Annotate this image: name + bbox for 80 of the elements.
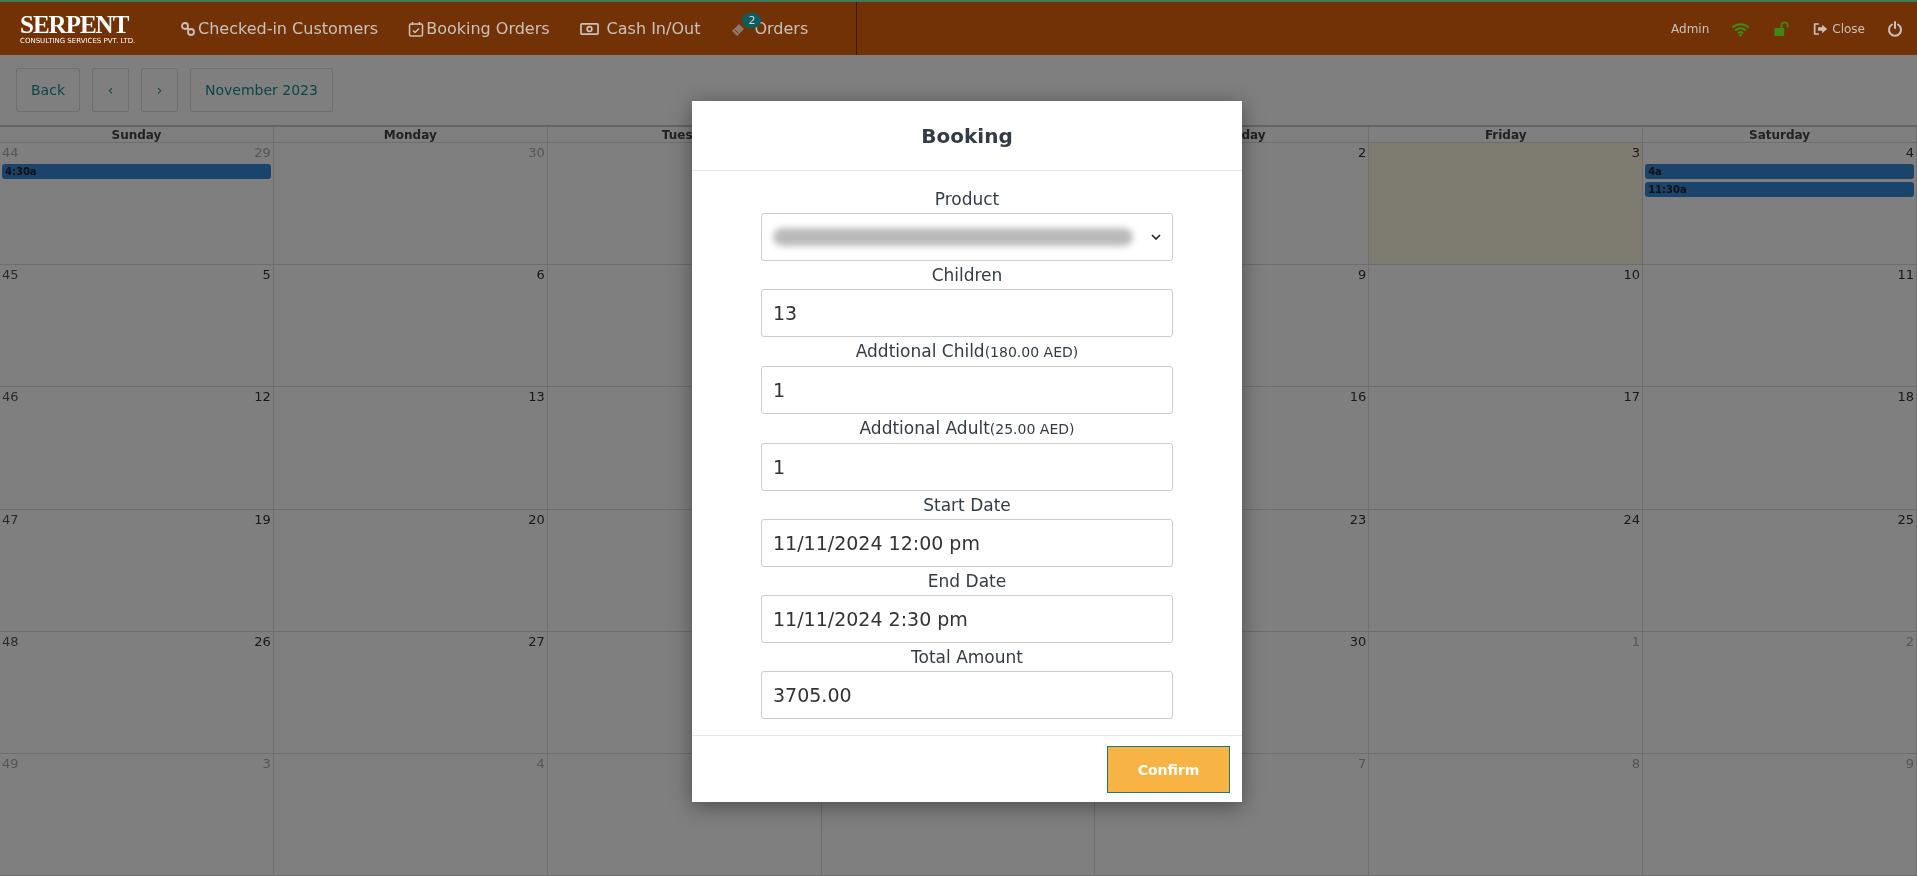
day-cell[interactable]: 3 [1369,143,1644,266]
weekday-header: day [1241,128,1266,142]
weekday-header: Sunday [111,128,162,142]
day-number[interactable]: 17 [1623,389,1641,406]
day-cell[interactable]: 6 [273,265,548,388]
day-number[interactable]: 6 [536,267,545,284]
field-label: Total Amount [911,646,1023,669]
day-number[interactable]: 23 [1349,511,1367,528]
day-number[interactable]: 11 [1897,267,1914,284]
day-number[interactable]: 16 [1349,389,1367,406]
day-number[interactable]: 4 [1905,145,1914,161]
day-cell[interactable]: 4 4a 11:30a [1643,143,1917,266]
nav-link[interactable]: Booking Orders [408,2,550,55]
input-field[interactable]: 11/11/2024 12:00 pm [761,519,1173,567]
wifi-icon[interactable] [1731,20,1751,37]
weekday-header: Monday [383,128,437,142]
calendar-check-icon [408,20,425,37]
day-number[interactable]: 5 [262,267,271,284]
week-number: 47 [2,511,19,528]
power-icon[interactable] [1887,20,1903,37]
next-button[interactable]: › [141,68,178,112]
weekday-header: Saturday [1749,128,1811,142]
day-cell[interactable]: 24 [1369,509,1644,632]
field-label: Addtional Adult(25.00 AED) [859,417,1075,440]
day-cell[interactable]: 25 [1643,509,1917,632]
nav-link[interactable]: Cash In/Out [579,2,701,55]
back-button[interactable]: Back [16,68,80,112]
day-cell[interactable]: 46 12 [0,387,274,510]
day-number[interactable]: 25 [1897,511,1914,528]
day-number[interactable]: 3 [1631,145,1641,161]
day-cell[interactable]: 18 [1643,387,1917,510]
field-label: End Date [927,570,1007,593]
field-label: Children [931,264,1003,287]
day-cell[interactable]: 45 5 [0,265,274,388]
field-label: Start Date [923,494,1011,517]
money-icon [579,21,599,36]
day-number[interactable]: 2 [1358,145,1367,161]
link-icon [180,20,196,37]
day-number[interactable]: 9 [1358,267,1367,284]
nav-link[interactable]: Checked-in Customers [180,2,379,55]
day-cell[interactable]: 13 [273,387,548,510]
week-number: 46 [2,389,19,406]
day-number[interactable]: 27 [528,633,545,650]
weekday-header: Friday [1484,128,1527,142]
previous-button[interactable]: ‹ [92,68,129,112]
weekday-header: Tues [661,128,693,142]
logo-name: SERPENT [20,12,129,37]
day-cell[interactable]: 48 26 [0,631,274,754]
field-label: Product [934,188,1000,211]
day-cell[interactable]: 17 [1369,387,1644,510]
day-number[interactable]: 13 [528,389,545,406]
chevron-down-icon [1151,234,1161,240]
input-field[interactable]: 1 [761,366,1173,414]
input-field[interactable]: 13 [761,289,1173,337]
day-number[interactable]: 10 [1623,267,1641,284]
day-cell[interactable]: 11 [1643,265,1917,388]
dialog-title: Booking [921,123,1013,148]
day-number[interactable]: 30 [1349,633,1367,650]
input-field[interactable]: 11/11/2024 2:30 pm [761,595,1173,643]
product-select[interactable] [761,213,1173,261]
month-button[interactable]: November 2023 [190,68,333,112]
day-number[interactable]: 26 [254,633,271,650]
input-field[interactable]: 3705.00 [761,671,1173,719]
day-cell[interactable]: 47 19 [0,509,274,632]
day-number[interactable]: 18 [1897,389,1914,406]
input-field[interactable]: 1 [761,443,1173,491]
week-number: 48 [2,633,19,650]
day-number[interactable]: 12 [254,389,271,406]
close-button[interactable]: Close [1813,21,1865,36]
week-number: 45 [2,267,19,284]
day-number[interactable]: 19 [254,511,271,528]
unlocked-padlock-icon[interactable] [1772,20,1792,37]
day-cell[interactable]: 10 [1369,265,1644,388]
day-cell[interactable]: 20 [273,509,548,632]
day-number[interactable]: 20 [528,511,545,528]
day-number[interactable]: 24 [1623,511,1641,528]
field-label: Addtional Child(180.00 AED) [855,340,1079,363]
user-name[interactable]: Admin [1671,21,1710,36]
day-cell[interactable]: 27 [273,631,548,754]
sign-out-icon [1813,21,1829,36]
